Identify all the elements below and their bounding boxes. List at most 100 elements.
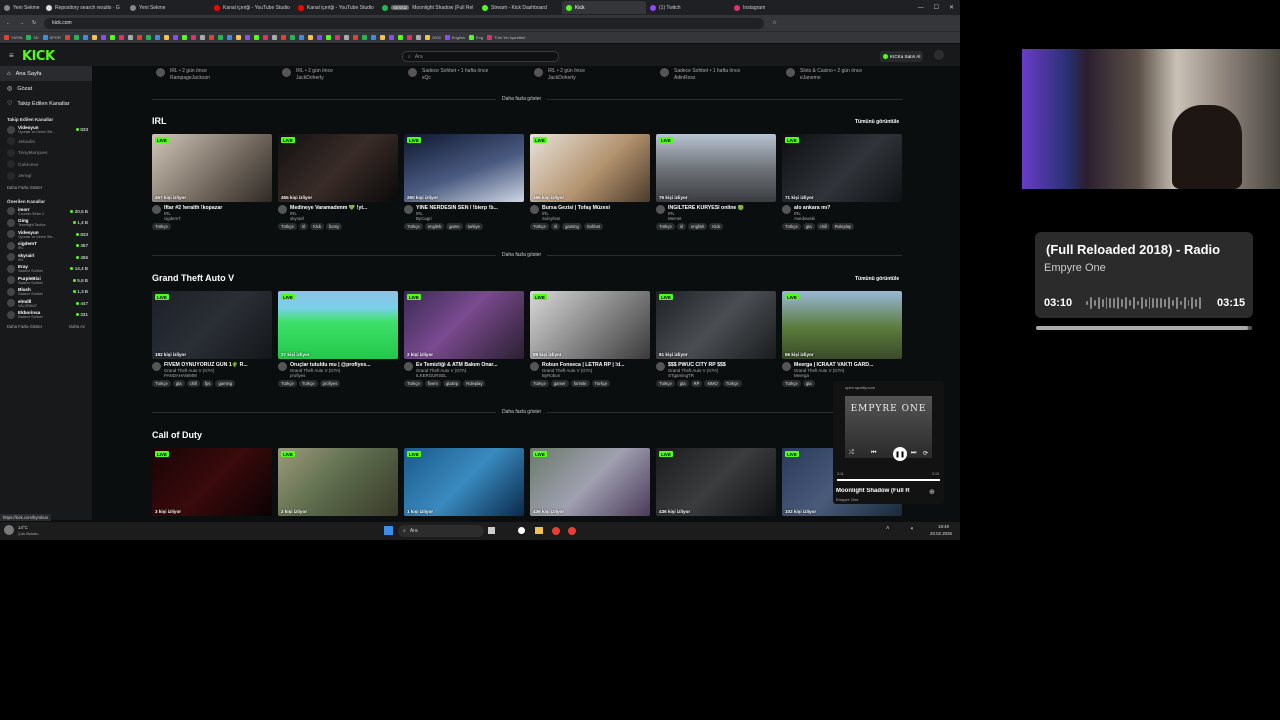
sidebar-nav-compass[interactable]: ◎ Gözat <box>0 81 92 96</box>
bookmark-icon[interactable] <box>226 35 232 40</box>
stream-card[interactable]: LIVE 27 kişi izliyor Oruçlar tutuldu mu | … <box>278 291 398 387</box>
bookmark-icon[interactable] <box>307 35 313 40</box>
stream-thumbnail[interactable]: LIVE 1 kişi izliyor <box>404 448 524 516</box>
bookmark-icon[interactable] <box>217 35 223 40</box>
bookmark-icon[interactable] <box>208 35 214 40</box>
avatar[interactable] <box>152 205 161 214</box>
streamer-name[interactable]: cigdemT <box>164 216 272 221</box>
stream-thumbnail[interactable]: LIVE 3 kişi izliyor <box>152 448 272 516</box>
show-more-button[interactable]: Daha fazla göster <box>496 252 548 258</box>
avatar[interactable] <box>282 68 291 77</box>
streamer-name[interactable]: Meerga <box>794 373 902 378</box>
kick-logo[interactable]: KICK <box>22 49 55 64</box>
bookmark-icon[interactable] <box>118 35 124 40</box>
stream-thumbnail[interactable]: LIVE 2 kişi izliyor <box>404 291 524 359</box>
bookmark-icon[interactable] <box>127 35 133 40</box>
tag-chip[interactable]: gta <box>802 380 815 387</box>
avatar[interactable] <box>782 362 791 371</box>
tag-chip[interactable]: chill <box>186 380 200 387</box>
sidebar-channel[interactable]: Ging Teamfight Tactics 1,4 B <box>0 217 92 229</box>
pause-button[interactable]: ❚❚ <box>893 447 907 461</box>
tag-chip[interactable]: Kick <box>709 223 724 230</box>
chrome-icon[interactable] <box>552 527 560 535</box>
followed-show-more[interactable]: Daha Fazla Göster <box>0 182 92 193</box>
tag-chip[interactable]: Türkçe <box>530 380 549 387</box>
tag-chip[interactable]: Türkçe <box>298 380 318 387</box>
tag-chip[interactable]: Türkçe <box>591 380 611 387</box>
bookmark-icon[interactable] <box>280 35 286 40</box>
stream-thumbnail[interactable]: LIVE 27 kişi izliyor <box>278 291 398 359</box>
bookmark-icon[interactable] <box>154 35 160 40</box>
bookmark-icon[interactable] <box>361 35 367 40</box>
close-icon[interactable]: ✕ <box>949 4 954 11</box>
bookmark-item[interactable]: SPOR <box>42 35 61 40</box>
top-row-streamer[interactable]: JackDoherty <box>296 75 324 81</box>
stream-card[interactable]: LIVE 455 kişi izliyor Medineye Varamadımm … <box>278 134 398 230</box>
stream-card[interactable]: LIVE 250 kişi izliyor YİNE NERDESİN SEN / … <box>404 134 524 230</box>
stream-thumbnail[interactable]: LIVE 250 kişi izliyor <box>404 134 524 202</box>
browser-tab[interactable]: Instagram <box>730 1 814 14</box>
streamer-name[interactable]: skyrairl <box>290 216 398 221</box>
tag-chip[interactable]: gaming <box>215 380 236 387</box>
tag-chip[interactable]: Türkçe <box>722 380 742 387</box>
reload-icon[interactable]: ↻ <box>32 20 36 26</box>
task-view-icon[interactable] <box>488 527 495 534</box>
bookmark-icon[interactable] <box>253 35 259 40</box>
taskbar-search[interactable]: ⌕ Ara <box>398 525 484 537</box>
sidebar-channel[interactable]: Cubicess <box>0 159 92 171</box>
bookmark-icon[interactable] <box>415 35 421 40</box>
tag-chip[interactable]: Türkçe <box>782 380 801 387</box>
windows-start-icon[interactable] <box>384 526 393 535</box>
bookmark-icon[interactable] <box>82 35 88 40</box>
sidebar-nav-heart[interactable]: ♡ Takip Edilen Kanallar <box>0 96 92 111</box>
streamer-name[interactable]: Avedowski <box>794 216 902 221</box>
stream-thumbnail[interactable]: LIVE 71 kişi izliyor <box>782 134 902 202</box>
tag-chip[interactable]: irl <box>298 223 309 230</box>
stream-thumbnail[interactable]: LIVE 457 kişi izliyor <box>152 134 272 202</box>
tag-chip[interactable]: Roleplay <box>831 223 855 230</box>
tag-chip[interactable]: Sohbet <box>583 223 604 230</box>
top-row-streamer[interactable]: JackDoherty <box>548 75 576 81</box>
stream-thumbnail[interactable]: LIVE 55 kişi izliyor <box>782 291 902 359</box>
shuffle-icon[interactable]: ⤮ <box>849 450 854 457</box>
top-row-streamer[interactable]: xQc <box>422 75 431 81</box>
sidebar-channel[interactable]: skyrairl IRL 455 <box>0 252 92 264</box>
bookmark-icon[interactable] <box>316 35 322 40</box>
stream-thumbnail[interactable]: LIVE 166 kişi izliyor <box>530 134 650 202</box>
bookmark-star-icon[interactable]: ☆ <box>772 20 776 26</box>
see-all-link[interactable]: Tümünü görüntüle <box>855 119 899 125</box>
avatar[interactable] <box>278 205 287 214</box>
chrome-profile-icon[interactable] <box>568 527 576 535</box>
top-row-streamer[interactable]: eJanemo <box>800 75 821 81</box>
tag-chip[interactable]: Türkçe <box>782 223 801 230</box>
avatar[interactable] <box>278 362 287 371</box>
tag-chip[interactable]: Türkçe <box>152 223 171 230</box>
streamer-name[interactable]: Memet <box>668 216 776 221</box>
bookmark-item[interactable]: 3D <box>26 35 39 40</box>
tag-chip[interactable]: Türkçe <box>278 223 297 230</box>
avatar[interactable] <box>534 68 543 77</box>
tag-chip[interactable]: fps <box>201 380 214 387</box>
sidebar-channel[interactable]: Eray Sadece Sohbet 14,4 B <box>0 263 92 275</box>
stream-card[interactable]: LIVE 2 kişi izliyor Ev Temizliği & ATM Bak… <box>404 291 524 387</box>
tag-chip[interactable]: chill <box>816 223 830 230</box>
bookmark-icon[interactable] <box>235 35 241 40</box>
recommended-show-less[interactable]: Daha Az <box>69 324 85 329</box>
stream-thumbnail[interactable]: LIVE 2 kişi izliyor <box>278 448 398 516</box>
bookmark-icon[interactable] <box>100 35 106 40</box>
bookmark-icon[interactable] <box>406 35 412 40</box>
tag-chip[interactable]: turkiye <box>464 223 483 230</box>
avatar[interactable] <box>530 362 539 371</box>
stream-card[interactable]: LIVE 3 kişi izliyor <box>152 448 272 516</box>
bookmark-icon[interactable] <box>181 35 187 40</box>
show-more-button[interactable]: Daha fazla göster <box>496 409 548 415</box>
sidebar-channel[interactable]: imorr Counter-Strike 2 20,5 B <box>0 206 92 218</box>
bookmark-icon[interactable] <box>289 35 295 40</box>
tag-chip[interactable]: Türkçe <box>404 380 423 387</box>
next-icon[interactable]: ⏭ <box>911 450 916 457</box>
stream-card[interactable]: LIVE 166 kişi izliyor Bursa Gezisi | Tofaş… <box>530 134 650 230</box>
tag-chip[interactable]: gta <box>802 223 815 230</box>
bookmark-icon[interactable] <box>370 35 376 40</box>
tag-chip[interactable]: Roleplay <box>463 380 486 387</box>
stream-card[interactable]: LIVE 88 kişi izliyor Robun Fonseca | LETRA… <box>530 291 650 387</box>
